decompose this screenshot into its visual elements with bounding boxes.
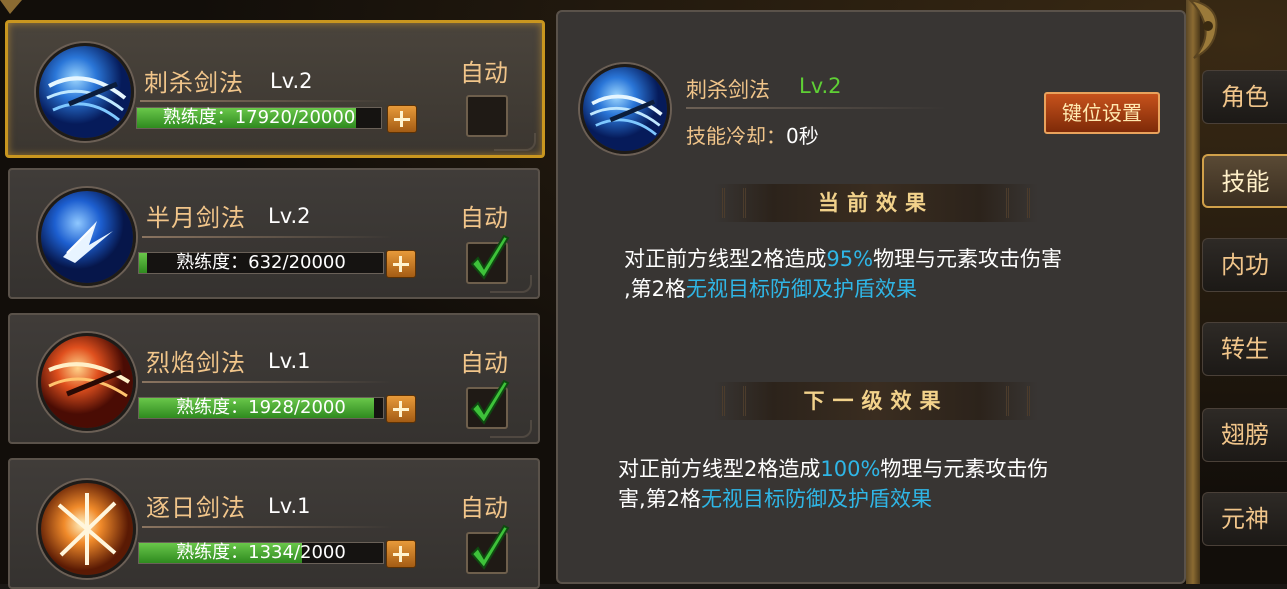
cooldown-value: 0秒 bbox=[786, 124, 819, 148]
thrust-sword-icon bbox=[36, 43, 134, 141]
skill-detail-panel: 刺杀剑法 Lv.2 技能冷却：0秒 键位设置 当前效果 对正前方线型2格造成95… bbox=[556, 10, 1186, 584]
auto-checkbox[interactable] bbox=[466, 95, 508, 137]
skill-row-thrust[interactable]: 刺杀剑法 Lv.2 熟练度：17920/20000 自动 bbox=[5, 20, 545, 158]
add-proficiency-button[interactable] bbox=[387, 105, 417, 133]
next-effect-title: 下一级效果 bbox=[803, 388, 949, 413]
skill-level: Lv.1 bbox=[268, 349, 311, 373]
divider bbox=[142, 236, 392, 238]
desc-text: 物理与元素攻击伤 bbox=[880, 457, 1049, 481]
proficiency-bar: 熟练度：17920/20000 bbox=[136, 107, 382, 129]
skill-level: Lv.2 bbox=[268, 204, 311, 228]
skill-list: 刺杀剑法 Lv.2 熟练度：17920/20000 自动 半月剑法 Lv.2 熟… bbox=[0, 8, 548, 589]
tab-character[interactable]: 角色 bbox=[1202, 70, 1287, 124]
tab-rebirth[interactable]: 转生 bbox=[1202, 322, 1287, 376]
desc-highlight: 无视目标防御及护盾效果 bbox=[701, 487, 933, 511]
ornament bbox=[494, 133, 536, 151]
current-effect-desc: 对正前方线型2格造成95%物理与元素攻击伤害 ,第2格无视目标防御及护盾效果 bbox=[624, 244, 1062, 304]
desc-text: ,第2格 bbox=[624, 277, 687, 301]
divider bbox=[686, 107, 946, 109]
desc-highlight: 100% bbox=[820, 457, 881, 481]
half-moon-sword-icon bbox=[38, 188, 136, 286]
cooldown-label: 技能冷却： bbox=[686, 124, 786, 148]
current-effect-banner: 当前效果 bbox=[714, 184, 1038, 222]
skill-name: 刺杀剑法 bbox=[144, 69, 244, 97]
divider bbox=[140, 100, 390, 102]
skill-name: 逐日剑法 bbox=[146, 494, 246, 522]
auto-label: 自动 bbox=[460, 59, 508, 87]
proficiency-bar: 熟练度：632/20000 bbox=[138, 252, 384, 274]
auto-label: 自动 bbox=[460, 349, 508, 377]
proficiency-bar: 熟练度：1334/2000 bbox=[138, 542, 384, 564]
skill-row-flame[interactable]: 烈焰剑法 Lv.1 熟练度：1928/2000 自动 bbox=[8, 313, 540, 444]
desc-text: 害,第2格 bbox=[618, 487, 702, 511]
divider bbox=[142, 381, 392, 383]
category-tabs: 角色 技能 内功 转生 翅膀 元神 bbox=[1198, 60, 1287, 584]
add-proficiency-button[interactable] bbox=[386, 395, 416, 423]
next-effect-desc: 对正前方线型2格造成100%物理与元素攻击伤 害,第2格无视目标防御及护盾效果 bbox=[618, 454, 1048, 514]
current-effect-title: 当前效果 bbox=[818, 190, 934, 215]
thrust-sword-icon bbox=[580, 64, 670, 154]
tab-skills[interactable]: 技能 bbox=[1202, 154, 1287, 208]
tab-wings[interactable]: 翅膀 bbox=[1202, 408, 1287, 462]
proficiency-text: 熟练度：632/20000 bbox=[176, 252, 346, 273]
desc-highlight: 95% bbox=[826, 247, 874, 271]
skill-name: 半月剑法 bbox=[146, 204, 246, 232]
flame-sword-icon bbox=[38, 333, 136, 431]
ornament bbox=[490, 420, 532, 438]
detail-skill-name: 刺杀剑法 bbox=[686, 78, 770, 102]
proficiency-text: 熟练度：1928/2000 bbox=[176, 397, 346, 418]
dragon-ornament-icon bbox=[1188, 0, 1218, 59]
auto-label: 自动 bbox=[460, 494, 508, 522]
skill-name: 烈焰剑法 bbox=[146, 349, 246, 377]
keybind-settings-button[interactable]: 键位设置 bbox=[1044, 92, 1160, 134]
add-proficiency-button[interactable] bbox=[386, 250, 416, 278]
skill-row-sun-chase[interactable]: 逐日剑法 Lv.1 熟练度：1334/2000 自动 bbox=[8, 458, 540, 589]
proficiency-text: 熟练度：17920/20000 bbox=[162, 107, 356, 128]
auto-label: 自动 bbox=[460, 204, 508, 232]
proficiency-bar: 熟练度：1928/2000 bbox=[138, 397, 384, 419]
next-effect-banner: 下一级效果 bbox=[714, 382, 1038, 420]
checkmark-icon bbox=[470, 524, 510, 570]
proficiency-text: 熟练度：1334/2000 bbox=[176, 542, 346, 563]
sun-chase-sword-icon bbox=[38, 480, 136, 578]
add-proficiency-button[interactable] bbox=[386, 540, 416, 568]
auto-checkbox[interactable] bbox=[466, 524, 510, 574]
skill-level: Lv.2 bbox=[270, 69, 313, 93]
desc-text: 对正前方线型2格造成 bbox=[624, 247, 827, 271]
desc-highlight: 无视目标防御及护盾效果 bbox=[686, 277, 918, 301]
tab-inner-power[interactable]: 内功 bbox=[1202, 238, 1287, 292]
cooldown-text: 技能冷却：0秒 bbox=[686, 120, 819, 149]
ornament bbox=[490, 275, 532, 293]
tab-spirit[interactable]: 元神 bbox=[1202, 492, 1287, 546]
desc-text: 物理与元素攻击伤害 bbox=[873, 247, 1063, 271]
skill-row-half-moon[interactable]: 半月剑法 Lv.2 熟练度：632/20000 自动 bbox=[8, 168, 540, 299]
divider bbox=[142, 526, 392, 528]
skill-level: Lv.1 bbox=[268, 494, 311, 518]
detail-skill-level: Lv.2 bbox=[799, 74, 842, 98]
desc-text: 对正前方线型2格造成 bbox=[618, 457, 821, 481]
